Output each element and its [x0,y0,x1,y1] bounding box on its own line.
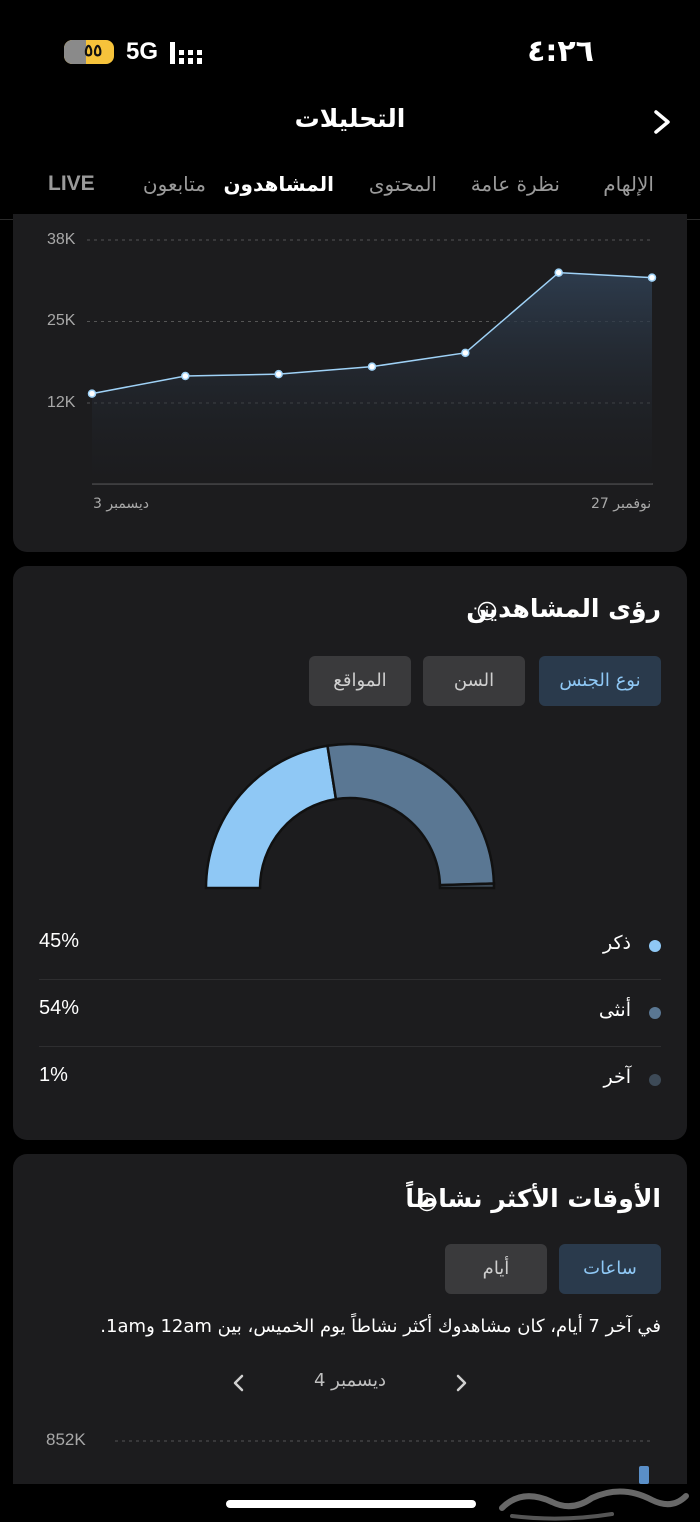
active-times-description: في آخر 7 أيام، كان مشاهدوك أكثر نشاطاً ي… [100,1316,661,1337]
segment-age[interactable]: السن [423,656,525,706]
segment-locations[interactable]: المواقع [309,656,411,706]
legend-value: 54% [39,997,80,1019]
legend-label: ذكر [603,932,631,954]
status-bar: ٥٥ 5G ٤:٢٦ [0,0,700,100]
selected-date: 4 ديسمبر [313,1370,387,1391]
segment-gender[interactable]: نوع الجنس [539,656,661,706]
chevron-right-icon[interactable] [646,102,678,142]
signal-icon [170,42,202,64]
legend-row-male: ذكر 45% [39,914,661,980]
clock: ٤:٢٦ [527,34,594,69]
nav-header: التحليلات [0,100,700,162]
battery-icon: ٥٥ [64,40,114,64]
x-end-label: ديسمبر 3 [93,496,150,512]
info-icon[interactable] [417,1192,437,1212]
viewers-chart-card: 38K 25K 12K ديسمبر 3 نوفمبر 27 [13,214,687,552]
donut-segment [326,742,496,887]
tab-inspiration[interactable]: الإلهام [603,172,654,196]
gridline [115,1440,653,1442]
legend-row-other: آخر 1% [39,1048,661,1114]
x-start-label: نوفمبر 27 [591,496,652,512]
gender-half-donut-chart [204,742,496,890]
tab-followers[interactable]: متابعون [143,172,206,196]
legend-row-female: أنثى 54% [39,981,661,1047]
legend-dot [649,1007,661,1019]
info-icon[interactable] [477,601,497,621]
donut-segment [438,882,496,890]
tab-content[interactable]: المحتوى [369,172,437,196]
legend-label: آخر [603,1066,631,1088]
home-indicator[interactable] [226,1500,476,1508]
chevron-right-icon[interactable] [451,1368,471,1398]
watermark-logo [499,1488,689,1521]
tab-live[interactable]: LIVE [48,172,95,196]
legend-value: 1% [39,1064,68,1086]
active-times-card: الأوقات الأكثر نشاطاً ساعات أيام في آخر … [13,1154,687,1484]
data-point[interactable] [554,268,563,277]
tab-overview[interactable]: نظرة عامة [471,172,560,196]
data-point[interactable] [274,369,283,379]
tab-viewers[interactable]: المشاهدون [223,172,334,196]
segment-days[interactable]: أيام [445,1244,547,1294]
page-title: التحليلات [294,104,406,133]
legend-label: أنثى [598,999,631,1021]
donut-segment [204,744,338,890]
legend-value: 45% [39,930,80,952]
tab-bar: الإلهام نظرة عامة المحتوى المشاهدون متاب… [0,162,700,220]
data-point[interactable] [181,371,190,381]
active-times-title: الأوقات الأكثر نشاطاً [405,1184,661,1213]
data-point[interactable] [461,348,470,358]
battery-level: ٥٥ [84,41,103,60]
data-point[interactable] [647,273,657,282]
legend-dot [649,940,661,952]
data-point[interactable] [87,389,97,398]
segment-hours[interactable]: ساعات [559,1244,661,1294]
date-navigator: 4 ديسمبر [13,1368,687,1398]
audience-insights-card: رؤى المشاهدين نوع الجنس السن المواقع ذكر… [13,566,687,1140]
legend-dot [649,1074,661,1086]
network-type: 5G [126,38,159,65]
data-point[interactable] [367,362,377,371]
